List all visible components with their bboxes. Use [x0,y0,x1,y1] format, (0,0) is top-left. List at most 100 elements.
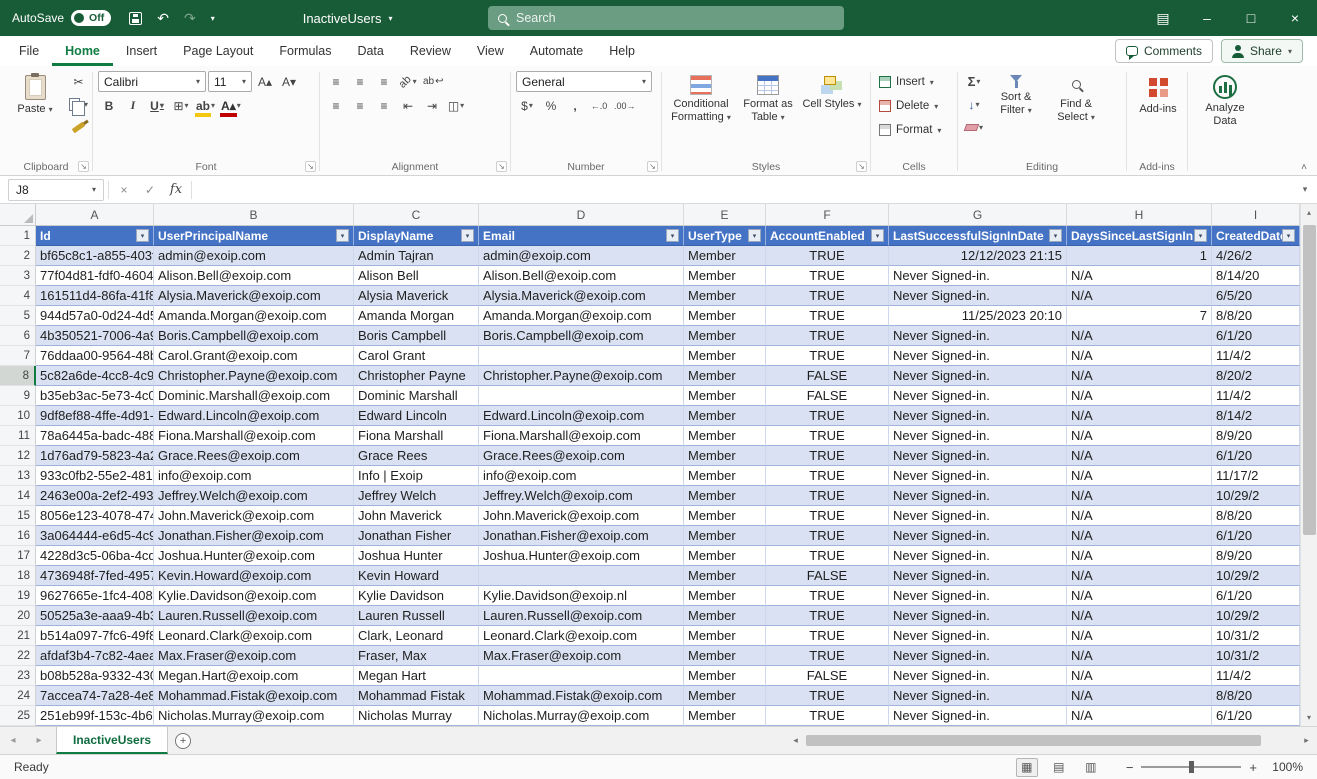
undo-button[interactable]: ↶ [157,10,169,27]
cell-E5[interactable]: Member [684,306,766,326]
cell-D3[interactable]: Alison.Bell@exoip.com [479,266,684,286]
cell-B16[interactable]: Jonathan.Fisher@exoip.com [154,526,354,546]
cell-F17[interactable]: TRUE [766,546,889,566]
cell-E15[interactable]: Member [684,506,766,526]
cell-E17[interactable]: Member [684,546,766,566]
cell-G10[interactable]: Never Signed-in. [889,406,1067,426]
cell-A23[interactable]: b08b528a-9332-4309 [36,666,154,686]
cell-G12[interactable]: Never Signed-in. [889,446,1067,466]
cell-G13[interactable]: Never Signed-in. [889,466,1067,486]
cell-G15[interactable]: Never Signed-in. [889,506,1067,526]
cell-I12[interactable]: 6/1/20 [1212,446,1300,466]
decrease-decimal-button[interactable]: .00→ [612,95,638,116]
horizontal-scrollbar[interactable]: ◂ ▸ [787,727,1317,754]
cell-D24[interactable]: Mohammad.Fistak@exoip.com [479,686,684,706]
row-header-22[interactable]: 22 [0,646,36,666]
cell-E11[interactable]: Member [684,426,766,446]
cell-F12[interactable]: TRUE [766,446,889,466]
cell-I16[interactable]: 6/1/20 [1212,526,1300,546]
cell-E16[interactable]: Member [684,526,766,546]
comments-button[interactable]: Comments [1115,39,1213,63]
cell-I13[interactable]: 11/17/2 [1212,466,1300,486]
horizontal-scroll-track[interactable] [804,734,1298,747]
cell-A13[interactable]: 933c0fb2-55e2-481c- [36,466,154,486]
cell-G8[interactable]: Never Signed-in. [889,366,1067,386]
cell-H4[interactable]: N/A [1067,286,1212,306]
maximize-button[interactable]: □ [1229,0,1273,36]
row-header-20[interactable]: 20 [0,606,36,626]
cell-C11[interactable]: Fiona Marshall [354,426,479,446]
column-header-H[interactable]: H [1067,204,1212,226]
cell-E25[interactable]: Member [684,706,766,726]
cell-A14[interactable]: 2463e00a-2ef2-4938- [36,486,154,506]
cell-A17[interactable]: 4228d3c5-06ba-4cd0 [36,546,154,566]
cell-A16[interactable]: 3a064444-e6d5-4c97 [36,526,154,546]
cell-C16[interactable]: Jonathan Fisher [354,526,479,546]
row-header-15[interactable]: 15 [0,506,36,526]
cell-E18[interactable]: Member [684,566,766,586]
tab-review[interactable]: Review [397,36,464,66]
cell-H16[interactable]: N/A [1067,526,1212,546]
cell-D25[interactable]: Nicholas.Murray@exoip.com [479,706,684,726]
autosave-toggle[interactable]: AutoSave Off [12,10,111,26]
cell-H23[interactable]: N/A [1067,666,1212,686]
cell-B5[interactable]: Amanda.Morgan@exoip.com [154,306,354,326]
row-header-8[interactable]: 8 [0,366,36,386]
cell-B24[interactable]: Mohammad.Fistak@exoip.com [154,686,354,706]
italic-button[interactable]: I [122,95,144,116]
cell-G7[interactable]: Never Signed-in. [889,346,1067,366]
cell-F7[interactable]: TRUE [766,346,889,366]
increase-indent-button[interactable]: ⇥ [421,95,443,116]
cell-A7[interactable]: 76ddaa00-9564-48b5 [36,346,154,366]
cell-I8[interactable]: 8/20/2 [1212,366,1300,386]
cell-H22[interactable]: N/A [1067,646,1212,666]
filter-button-B[interactable]: ▾ [336,229,349,242]
cell-G4[interactable]: Never Signed-in. [889,286,1067,306]
row-header-3[interactable]: 3 [0,266,36,286]
cell-G14[interactable]: Never Signed-in. [889,486,1067,506]
filter-button-F[interactable]: ▾ [871,229,884,242]
align-center-button[interactable]: ≡ [349,95,371,116]
cell-C22[interactable]: Fraser, Max [354,646,479,666]
vertical-scroll-thumb[interactable] [1303,225,1316,535]
autosave-pill[interactable]: Off [71,10,111,26]
cell-A24[interactable]: 7accea74-7a28-4e8f- [36,686,154,706]
cell-G17[interactable]: Never Signed-in. [889,546,1067,566]
cell-D18[interactable] [479,566,684,586]
cell-H8[interactable]: N/A [1067,366,1212,386]
fill-color-button[interactable]: ab▾ [194,95,217,116]
zoom-out-button[interactable]: − [1126,760,1134,775]
cell-D14[interactable]: Jeffrey.Welch@exoip.com [479,486,684,506]
cell-G11[interactable]: Never Signed-in. [889,426,1067,446]
cell-D5[interactable]: Amanda.Morgan@exoip.com [479,306,684,326]
cell-H3[interactable]: N/A [1067,266,1212,286]
row-header-11[interactable]: 11 [0,426,36,446]
font-size-combo[interactable]: 11▾ [208,71,252,92]
cell-styles-button[interactable]: Cell Styles ▾ [801,71,863,111]
cell-A4[interactable]: 161511d4-86fa-41f8- [36,286,154,306]
row-header-7[interactable]: 7 [0,346,36,366]
tab-automate[interactable]: Automate [517,36,597,66]
cell-G20[interactable]: Never Signed-in. [889,606,1067,626]
tab-formulas[interactable]: Formulas [266,36,344,66]
shrink-font-button[interactable]: A▾ [278,71,300,92]
cell-F1[interactable]: AccountEnabled▾ [766,226,889,246]
cell-E14[interactable]: Member [684,486,766,506]
column-header-A[interactable]: A [36,204,154,226]
analyze-data-button[interactable]: Analyze Data [1193,71,1257,128]
cell-I15[interactable]: 8/8/20 [1212,506,1300,526]
new-sheet-button[interactable]: + [168,727,198,754]
cell-D13[interactable]: info@exoip.com [479,466,684,486]
cell-G23[interactable]: Never Signed-in. [889,666,1067,686]
cell-D15[interactable]: John.Maverick@exoip.com [479,506,684,526]
cell-E1[interactable]: UserType▾ [684,226,766,246]
cell-B13[interactable]: info@exoip.com [154,466,354,486]
cell-D16[interactable]: Jonathan.Fisher@exoip.com [479,526,684,546]
cell-G19[interactable]: Never Signed-in. [889,586,1067,606]
paste-button[interactable]: Paste ▾ [5,71,65,116]
cell-D20[interactable]: Lauren.Russell@exoip.com [479,606,684,626]
cell-F20[interactable]: TRUE [766,606,889,626]
tab-insert[interactable]: Insert [113,36,170,66]
cell-H5[interactable]: 7 [1067,306,1212,326]
scroll-down-arrow[interactable]: ▾ [1301,709,1317,726]
